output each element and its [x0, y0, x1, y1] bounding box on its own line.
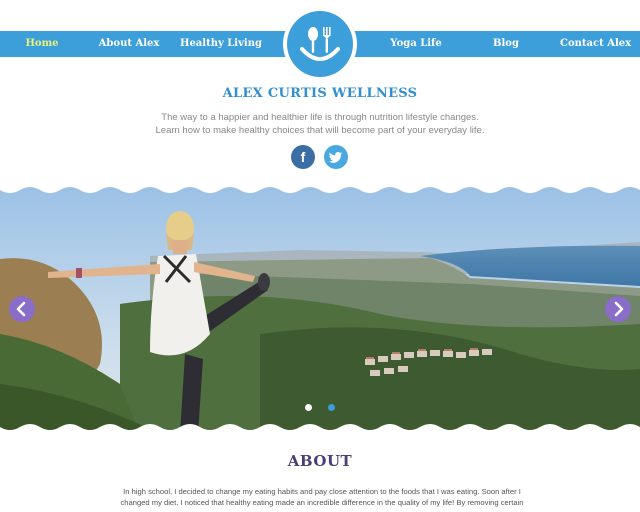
about-line-1: In high school, I decided to change my e…	[123, 487, 521, 496]
nav-healthy-living[interactable]: Healthy Living	[180, 31, 262, 57]
nav-home[interactable]: Home	[18, 31, 66, 57]
hero-slider	[0, 184, 640, 434]
slider-dot-1[interactable]	[305, 404, 312, 411]
twitter-bird-icon	[329, 152, 342, 163]
nav-yoga-life[interactable]: Yoga Life	[385, 31, 447, 57]
chevron-right-icon	[614, 301, 624, 317]
site-logo[interactable]	[283, 7, 357, 81]
hero-photo	[0, 184, 640, 434]
tagline-line-2: Learn how to make healthy choices that w…	[155, 125, 485, 136]
slider-dot-2[interactable]	[328, 404, 335, 411]
nav-contact-alex[interactable]: Contact Alex	[560, 31, 631, 57]
slider-prev-button[interactable]	[9, 296, 35, 322]
facebook-icon: f	[300, 149, 306, 165]
twitter-button[interactable]	[324, 145, 348, 169]
facebook-button[interactable]: f	[291, 145, 315, 169]
slider-next-button[interactable]	[605, 296, 631, 322]
about-line-2: changed my diet, I noticed that healthy …	[120, 498, 524, 507]
site-title: ALEX CURTIS WELLNESS	[222, 86, 418, 101]
tagline-line-1: The way to a happier and healthier life …	[161, 112, 479, 123]
chevron-left-icon	[16, 301, 26, 317]
tagline: The way to a happier and healthier life …	[0, 111, 640, 137]
about-text: In high school, I decided to change my e…	[112, 486, 532, 508]
about-heading: ABOUT	[287, 452, 353, 470]
spoon-fork-smile-icon	[300, 27, 340, 61]
nav-about-alex[interactable]: About Alex	[98, 31, 160, 57]
nav-blog[interactable]: Blog	[484, 31, 528, 57]
